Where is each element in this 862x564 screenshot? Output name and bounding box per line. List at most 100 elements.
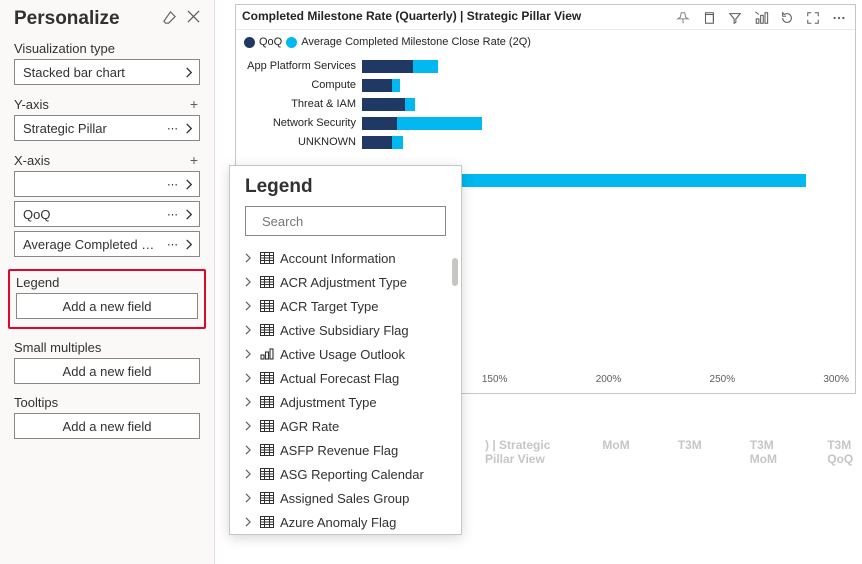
- chevron-right-icon: [185, 179, 193, 190]
- chevron-right-icon: [244, 325, 254, 335]
- xaxis-add-icon[interactable]: +: [188, 152, 200, 168]
- bar-label: UNKNOWN: [236, 136, 362, 148]
- bar-row: Compute: [368, 77, 855, 93]
- table-icon: [260, 444, 274, 456]
- field-item[interactable]: Active Subsidiary Flag: [242, 318, 455, 342]
- xaxis-label: X-axis: [14, 153, 50, 168]
- yaxis-add-icon[interactable]: +: [188, 96, 200, 112]
- chevron-right-icon: [244, 373, 254, 383]
- yaxis-field-0[interactable]: Strategic Pillar ⋯: [14, 115, 200, 141]
- more-icon[interactable]: ⋯: [167, 208, 179, 221]
- bar-row: UNKNOWN: [368, 134, 855, 150]
- field-item-label: Azure Anomaly Flag: [280, 515, 396, 530]
- field-item[interactable]: ACR Target Type: [242, 294, 455, 318]
- table-icon: [260, 420, 274, 432]
- chevron-right-icon: [244, 421, 254, 431]
- chevron-right-icon: [244, 253, 254, 263]
- visualization-type-select[interactable]: Stacked bar chart: [14, 59, 200, 85]
- field-item-label: Assigned Sales Group: [280, 491, 409, 506]
- field-item[interactable]: ASFP Revenue Flag: [242, 438, 455, 462]
- bar-segment[interactable]: [362, 98, 405, 111]
- xaxis-field-2[interactable]: Average Completed … ⋯: [14, 231, 200, 257]
- bar-label: App Platform Services: [236, 60, 362, 72]
- chevron-right-icon: [244, 349, 254, 359]
- yaxis-label: Y-axis: [14, 97, 49, 112]
- field-item[interactable]: AGR Rate: [242, 414, 455, 438]
- tooltips-label: Tooltips: [14, 395, 58, 410]
- close-icon[interactable]: [187, 10, 200, 28]
- personalize-icon[interactable]: [749, 7, 773, 29]
- field-item[interactable]: ACR Adjustment Type: [242, 270, 455, 294]
- chevron-right-icon: [185, 67, 193, 78]
- bar-segment[interactable]: [362, 117, 397, 130]
- panel-title: Personalize: [14, 8, 120, 30]
- pin-icon[interactable]: [671, 7, 695, 29]
- xaxis-field-1[interactable]: QoQ ⋯: [14, 201, 200, 227]
- bar-segment[interactable]: [362, 79, 392, 92]
- bar-row: Threat & IAM: [368, 96, 855, 112]
- more-icon[interactable]: ⋯: [167, 178, 179, 191]
- search-input[interactable]: [245, 206, 446, 236]
- search-field[interactable]: [260, 213, 440, 230]
- field-item[interactable]: Azure Anomaly Flag: [242, 510, 455, 534]
- table-icon: [260, 324, 274, 336]
- chevron-right-icon: [185, 123, 193, 134]
- chevron-right-icon: [185, 239, 193, 250]
- more-icon[interactable]: [827, 7, 851, 29]
- field-item[interactable]: Adjustment Type: [242, 390, 455, 414]
- field-item-label: Account Information: [280, 251, 396, 266]
- field-item[interactable]: ASG Reporting Calendar: [242, 462, 455, 486]
- more-icon[interactable]: ⋯: [167, 238, 179, 251]
- chevron-right-icon: [244, 517, 254, 527]
- chevron-right-icon: [244, 301, 254, 311]
- chart-title: Completed Milestone Rate (Quarterly) | S…: [242, 7, 581, 25]
- field-item[interactable]: Active Usage Outlook: [242, 342, 455, 366]
- visualization-type-label: Visualization type: [14, 41, 115, 56]
- field-item-label: ASFP Revenue Flag: [280, 443, 398, 458]
- table-icon: [260, 300, 274, 312]
- legend-swatch-avg: [286, 37, 297, 48]
- field-item[interactable]: Assigned Sales Group: [242, 486, 455, 510]
- bar-segment[interactable]: [362, 60, 413, 73]
- legend-field-picker: Legend Account InformationACR Adjustment…: [229, 165, 462, 535]
- field-item[interactable]: Account Information: [242, 246, 455, 270]
- bar-segment[interactable]: [397, 117, 482, 130]
- field-item-label: ACR Target Type: [280, 299, 379, 314]
- visualization-type-value: Stacked bar chart: [23, 65, 185, 80]
- field-item-label: ASG Reporting Calendar: [280, 467, 424, 482]
- field-item-label: Active Usage Outlook: [280, 347, 405, 362]
- tooltips-add-field[interactable]: Add a new field: [14, 413, 200, 439]
- copy-icon[interactable]: [697, 7, 721, 29]
- field-item-label: ACR Adjustment Type: [280, 275, 407, 290]
- bar-segment[interactable]: [362, 136, 392, 149]
- eraser-icon[interactable]: [162, 10, 177, 28]
- reset-icon[interactable]: [775, 7, 799, 29]
- more-icon[interactable]: ⋯: [167, 122, 179, 135]
- xaxis-field-0[interactable]: ⋯: [14, 171, 200, 197]
- chevron-right-icon: [244, 277, 254, 287]
- bar-segment[interactable]: [392, 79, 400, 92]
- table-icon: [260, 252, 274, 264]
- bar-segment[interactable]: [392, 136, 404, 149]
- focus-icon[interactable]: [801, 7, 825, 29]
- bar-segment[interactable]: [413, 60, 438, 73]
- legend-section-highlight: Legend Add a new field: [8, 269, 206, 329]
- field-item-label: Active Subsidiary Flag: [280, 323, 409, 338]
- chevron-right-icon: [244, 493, 254, 503]
- bar-row: App Platform Services: [368, 58, 855, 74]
- field-item[interactable]: Actual Forecast Flag: [242, 366, 455, 390]
- smallmultiples-add-field[interactable]: Add a new field: [14, 358, 200, 384]
- bar-label: Network Security: [236, 117, 362, 129]
- table-icon: [260, 276, 274, 288]
- bar-label: Compute: [236, 79, 362, 91]
- table-icon: [260, 516, 274, 528]
- bar-segment[interactable]: [405, 98, 415, 111]
- small-multiples-label: Small multiples: [14, 340, 101, 355]
- bar-row: Network Security: [368, 115, 855, 131]
- field-list[interactable]: Account Information ACR Adjustment Type AC…: [230, 246, 461, 534]
- chevron-right-icon: [185, 209, 193, 220]
- legend-add-field[interactable]: Add a new field: [16, 293, 198, 319]
- chevron-right-icon: [244, 469, 254, 479]
- filter-icon[interactable]: [723, 7, 747, 29]
- scrollbar-thumb[interactable]: [452, 258, 458, 286]
